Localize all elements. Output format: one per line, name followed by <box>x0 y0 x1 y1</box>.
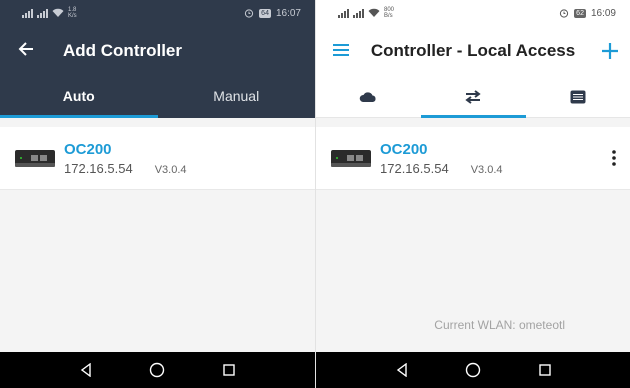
cloud-icon <box>360 91 376 102</box>
controller-device-icon <box>331 150 371 167</box>
circle-home-icon <box>466 362 481 378</box>
add-controller-button[interactable] <box>590 36 630 67</box>
tab-indicator <box>0 115 158 118</box>
page-title: Controller - Local Access <box>370 41 576 60</box>
network-speed-unit: K/s <box>68 13 77 19</box>
circle-home-icon <box>150 362 165 378</box>
device-ip: 172.16.5.54 <box>64 160 133 176</box>
cell-signal-icon <box>338 8 349 18</box>
tab-auto[interactable]: Auto <box>0 76 158 118</box>
alarm-icon <box>245 9 254 18</box>
wifi-icon <box>368 8 380 17</box>
status-bar: 800 B/s 62 16:09 <box>316 0 630 26</box>
add-controller-screen: 1.8 K/s 64 16:07 Add Controller Auto Manu… <box>0 0 315 388</box>
nav-back-button[interactable] <box>76 360 96 380</box>
nav-home-button[interactable] <box>463 360 483 380</box>
tab-indicator <box>421 115 526 118</box>
status-time: 16:09 <box>590 7 616 19</box>
tab-bar: Auto Manual <box>0 76 315 118</box>
network-speed-unit: B/s <box>384 13 393 19</box>
tab-list[interactable] <box>525 76 630 117</box>
cell-signal-icon <box>37 8 48 18</box>
list-icon <box>570 90 586 103</box>
plus-icon <box>602 42 618 59</box>
wifi-icon <box>52 8 64 17</box>
app-bar: Add Controller <box>0 26 315 76</box>
tab-local[interactable] <box>421 76 526 117</box>
battery-level: 64 <box>259 8 271 18</box>
hamburger-menu-icon <box>333 43 349 56</box>
controller-local-access-screen: 800 B/s 62 16:09 Controller - Local Acces… <box>315 0 630 388</box>
device-name: OC200 <box>64 140 112 158</box>
device-name: OC200 <box>380 140 428 158</box>
device-version: V3.0.4 <box>154 163 187 176</box>
cell-signal-icon <box>353 8 364 18</box>
status-time: 16:07 <box>275 7 301 19</box>
android-nav-bar <box>0 352 315 388</box>
controller-list-item[interactable]: OC200 172.16.5.54 V3.0.4 <box>316 127 630 190</box>
nav-back-button[interactable] <box>392 360 412 380</box>
nav-recents-button[interactable] <box>219 360 239 380</box>
page-title: Add Controller <box>63 41 182 60</box>
current-wlan-label: Current WLAN: ometeotl <box>434 318 565 332</box>
battery-level: 62 <box>574 8 586 18</box>
alarm-icon <box>560 9 569 18</box>
tab-manual[interactable]: Manual <box>158 76 316 118</box>
more-options-icon[interactable] <box>611 149 617 167</box>
triangle-back-icon <box>396 363 407 377</box>
back-button[interactable] <box>0 40 52 63</box>
app-bar: Controller - Local Access <box>316 26 630 76</box>
cell-signal-icon <box>22 8 33 18</box>
triangle-back-icon <box>80 363 91 377</box>
tab-bar <box>316 76 630 118</box>
nav-recents-button[interactable] <box>535 360 555 380</box>
device-ip: 172.16.5.54 <box>380 160 449 176</box>
android-nav-bar <box>316 352 630 388</box>
tab-cloud[interactable] <box>316 76 421 117</box>
swap-arrows-icon <box>465 89 481 104</box>
controller-device-icon <box>15 150 55 167</box>
nav-home-button[interactable] <box>147 360 167 380</box>
square-recents-icon <box>539 364 551 376</box>
square-recents-icon <box>223 364 235 376</box>
device-version: V3.0.4 <box>470 163 503 176</box>
status-bar: 1.8 K/s 64 16:07 <box>0 0 315 26</box>
controller-list-item[interactable]: OC200 172.16.5.54 V3.0.4 <box>0 127 315 190</box>
arrow-left-icon <box>18 41 33 56</box>
